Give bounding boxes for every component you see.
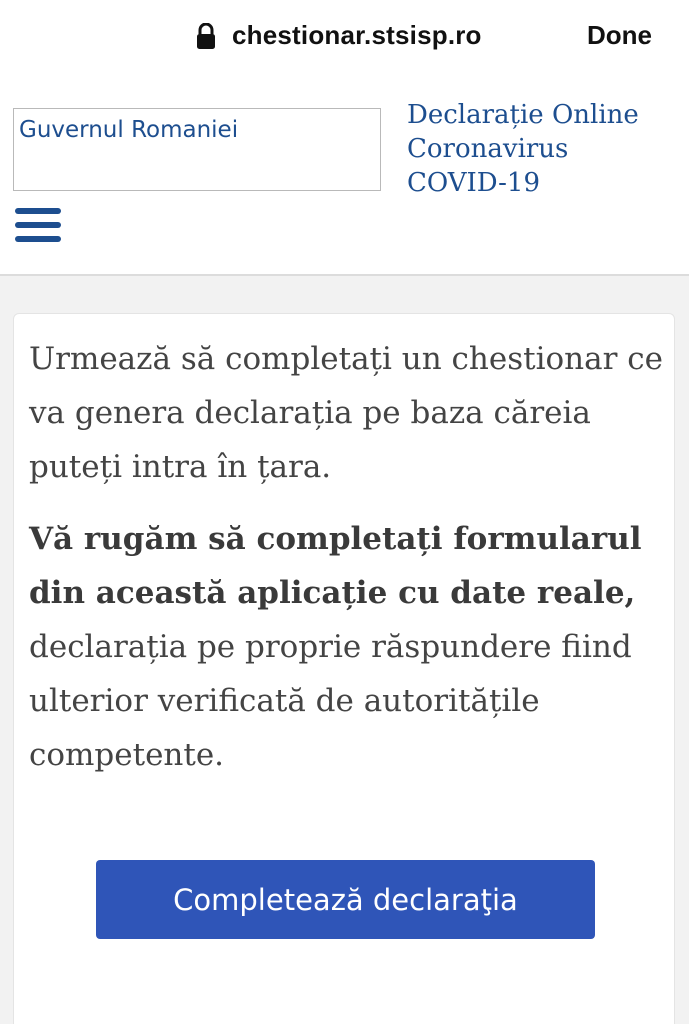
notice-text: Vă rugăm să completați formularul din ac… — [29, 512, 669, 782]
site-header: Guvernul Romaniei Declarație Online Coro… — [0, 76, 689, 276]
notice-regular-text: declarația pe proprie răspundere fiind u… — [29, 629, 632, 773]
menu-bar — [15, 236, 61, 242]
hamburger-menu-icon[interactable] — [15, 208, 61, 242]
logo-alt-text: Guvernul Romaniei — [19, 117, 239, 143]
site-title-line: COVID-19 — [407, 168, 540, 198]
intro-text: Urmează să completați un chestionar ce v… — [29, 341, 664, 485]
url-text[interactable]: chestionar.stsisp.ro — [232, 20, 482, 51]
site-title-line: Declarație Online — [407, 100, 639, 130]
government-logo[interactable]: Guvernul Romaniei — [13, 108, 381, 191]
declaration-card: Urmează să completați un chestionar ce v… — [13, 313, 675, 1024]
notice-bold-text: Vă rugăm să completați formularul din ac… — [29, 521, 642, 611]
done-button[interactable]: Done — [587, 20, 652, 51]
menu-bar — [15, 222, 61, 228]
site-title-line: Coronavirus — [407, 134, 569, 164]
complete-declaration-button[interactable]: Completează declaraţia — [96, 860, 595, 939]
lock-icon — [197, 23, 215, 49]
menu-bar — [15, 208, 61, 214]
site-title: Declarație Online Coronavirus COVID-19 — [407, 98, 677, 200]
browser-address-bar: chestionar.stsisp.ro Done — [0, 0, 689, 76]
